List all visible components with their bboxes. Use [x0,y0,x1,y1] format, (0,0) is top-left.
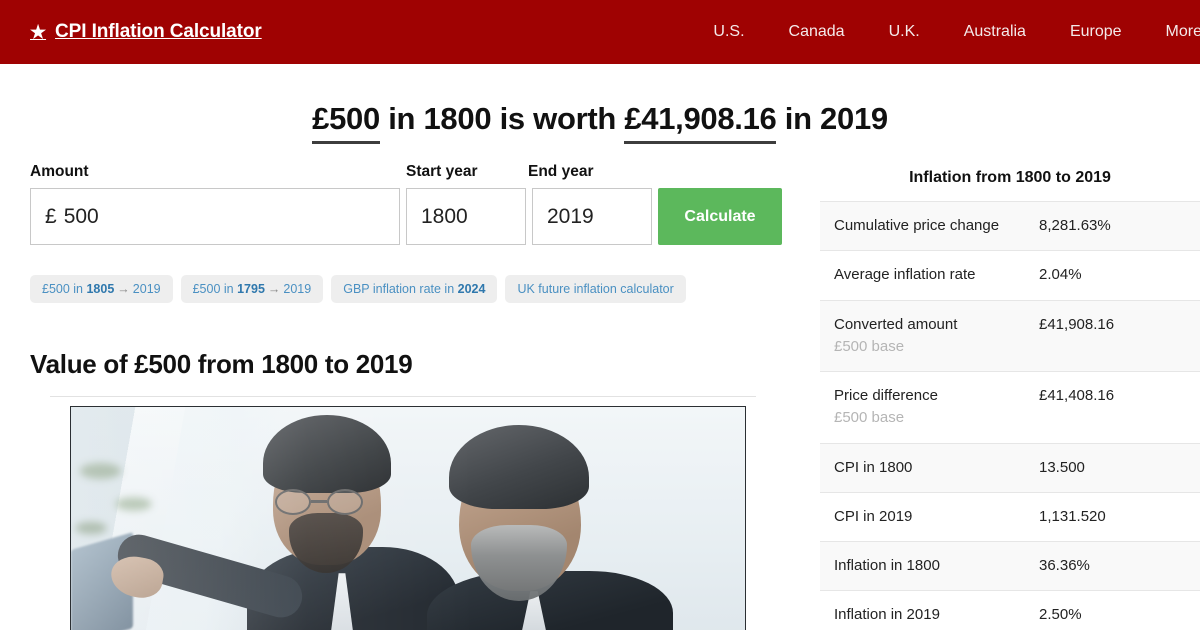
row-label: CPI in 2019 [820,492,1025,541]
nav-item-europe[interactable]: Europe [1048,0,1144,64]
main-column: Amount Start year End year £ 500 1800 20… [0,163,820,630]
person-right-hair [449,425,589,510]
row-sublabel: £500 base [834,409,905,427]
start-year-input-value: 1800 [421,204,468,228]
amount-label: Amount [30,163,89,181]
chip-3-pre: GBP inflation rate in [343,282,458,297]
chip-1-post: 2019 [132,282,161,297]
table-row: Inflation in 1800 36.36% [820,541,1200,591]
section-divider [50,396,756,398]
person-left-hair [263,415,391,494]
row-label: CPI in 1800 [820,443,1025,492]
row-sublabel: £500 base [834,337,905,355]
article-photo [70,406,746,630]
content-columns: Amount Start year End year £ 500 1800 20… [0,163,1200,630]
headline-amount: £500 [312,101,380,144]
row-label-text: CPI in 1800 [834,458,913,476]
inflation-table: Cumulative price change 8,281.63% Averag… [820,201,1200,630]
sidebar: Inflation from 1800 to 2019 Cumulative p… [820,163,1200,630]
site-logo[interactable]: ★ CPI Inflation Calculator [30,21,262,43]
table-row: Inflation in 2019 2.50% [820,590,1200,630]
headline-result: £41,908.16 [624,101,777,144]
end-year-field[interactable]: 2019 [532,188,652,246]
table-row: CPI in 2019 1,131.520 [820,492,1200,541]
row-label-text: Price difference [834,387,938,405]
table-row: Price difference £500 base £41,408.16 [820,371,1200,444]
related-link-3[interactable]: GBP inflation rate in 2024 [331,275,498,304]
calculate-button[interactable]: Calculate [658,188,782,246]
chip-2-bold: 1795 [237,282,265,297]
start-year-label: Start year [406,163,478,181]
chip-4-pre: UK future inflation calculator [517,282,674,297]
nav-item-more[interactable]: More [1144,0,1200,64]
chip-2-arrow: → [267,282,281,297]
glasses-icon [275,489,381,516]
row-label: Converted amount £500 base [820,300,1025,372]
row-label-text: Average inflation rate [834,266,976,284]
main-navigation: U.S. Canada U.K. Australia Europe More [691,0,1200,64]
nav-item-australia[interactable]: Australia [942,0,1048,64]
row-label-text: Converted amount [834,315,958,333]
chip-3-bold: 2024 [457,282,486,297]
row-value: 8,281.63% [1039,217,1111,235]
person-right [423,407,673,630]
row-label: Average inflation rate [820,251,1025,300]
row-value: 1,131.520 [1039,507,1106,525]
nav-item-us[interactable]: U.S. [691,0,766,64]
row-value: 36.36% [1039,557,1090,575]
related-link-4[interactable]: UK future inflation calculator [505,275,686,304]
end-year-input-value: 2019 [547,204,594,228]
row-label-text: Cumulative price change [834,217,1000,235]
nav-item-canada[interactable]: Canada [767,0,867,64]
row-label: Cumulative price change [820,202,1025,251]
row-label: Inflation in 1800 [820,542,1025,591]
chip-1-bold: 1805 [86,282,115,297]
page-body: £500 in 1800 is worth £41,908.16 in 2019… [0,64,1200,630]
table-row: Cumulative price change 8,281.63% [820,201,1200,251]
sidebar-title: Inflation from 1800 to 2019 [909,169,1111,187]
related-link-2[interactable]: £500 in 1795 → 2019 [180,275,324,304]
row-label: Inflation in 2019 [820,591,1025,630]
related-link-1[interactable]: £500 in 1805 → 2019 [30,275,173,304]
nav-item-uk[interactable]: U.K. [867,0,942,64]
row-label-text: Inflation in 2019 [834,606,940,624]
headline-mid-2: in 2019 [776,101,888,136]
page-title: £500 in 1800 is worth £41,908.16 in 2019 [0,64,1200,144]
table-row: Converted amount £500 base £41,908.16 [820,300,1200,372]
row-label-text: CPI in 2019 [834,507,913,525]
table-row: Average inflation rate 2.04% [820,250,1200,300]
row-value: 2.04% [1039,266,1082,284]
calculator-form: £ 500 1800 2019 Calculate [30,188,790,246]
row-label-text: Inflation in 1800 [834,557,940,575]
row-value: £41,908.16 [1039,315,1115,333]
row-value: 2.50% [1039,606,1082,624]
amount-input-value: 500 [63,204,99,228]
related-links: £500 in 1805 → 2019 £500 in 1795 → 2019 GBP … [30,275,790,304]
chip-2-post: 2019 [283,282,312,297]
section-title: Value of £500 from 1800 to 2019 [30,349,413,380]
site-header: ★ CPI Inflation Calculator U.S. Canada U… [0,0,1200,64]
star-icon: ★ [30,22,47,42]
row-label: Price difference £500 base [820,372,1025,444]
site-title: CPI Inflation Calculator [55,21,262,42]
table-row: CPI in 1800 13.500 [820,443,1200,493]
row-value: £41,408.16 [1039,387,1115,405]
chip-2-pre: £500 in [192,282,238,297]
start-year-field[interactable]: 1800 [406,188,526,246]
form-labels-row: Amount Start year End year [30,163,790,188]
row-value: 13.500 [1039,458,1085,476]
headline-mid-1: in 1800 is worth [379,101,625,136]
end-year-label: End year [528,163,594,181]
currency-symbol: £ [45,204,57,228]
amount-field[interactable]: £ 500 [30,188,400,246]
chip-1-pre: £500 in [42,282,87,297]
chip-1-arrow: → [117,282,130,297]
